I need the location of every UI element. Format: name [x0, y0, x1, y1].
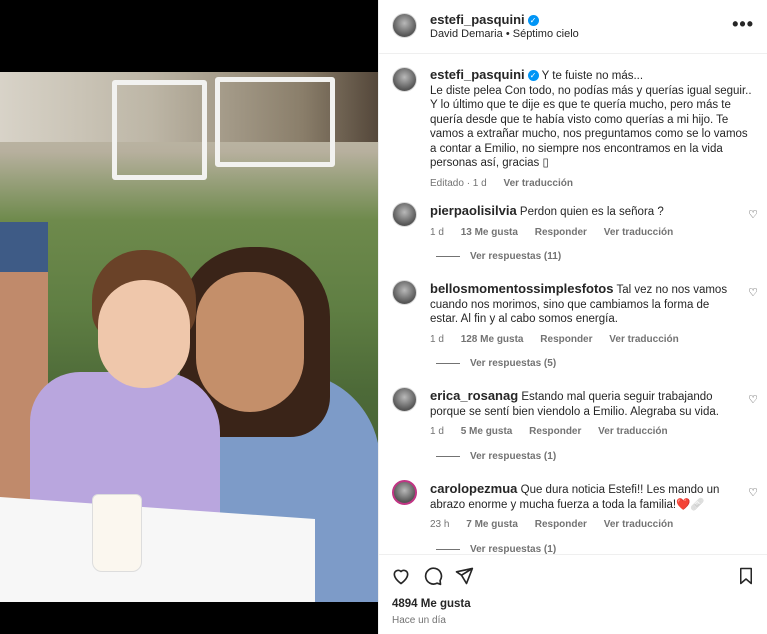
- post-header: estefi_pasquini ✓ David Demaria • Séptimo…: [379, 0, 767, 54]
- comment-likes[interactable]: 128 Me gusta: [461, 334, 524, 345]
- comment-meta: 23 h 7 Me gusta Responder Ver traducción: [430, 519, 750, 530]
- comments-scroll[interactable]: estefi_pasquini ✓ Y te fuiste no más... L…: [379, 54, 767, 554]
- comment-time: 1 d: [430, 226, 444, 238]
- post-photo[interactable]: [0, 72, 378, 602]
- more-icon[interactable]: •••: [732, 14, 754, 35]
- comment-avatar[interactable]: [392, 387, 417, 412]
- view-replies-button[interactable]: Ver respuestas (5): [436, 358, 556, 369]
- comment-text: carolopezmua Que dura noticia Estefi!! L…: [430, 481, 750, 512]
- replies-line: [436, 362, 460, 364]
- comment: erica_rosanag Estando mal queria seguir …: [430, 388, 730, 437]
- share-icon[interactable]: [454, 566, 474, 586]
- comment-avatar[interactable]: [392, 202, 417, 227]
- view-replies-label: Ver respuestas (11): [470, 251, 562, 262]
- comment-meta: 1 d 5 Me gusta Responder Ver traducción: [430, 426, 730, 437]
- photo-woman-face: [196, 272, 304, 412]
- verified-icon: ✓: [527, 70, 539, 81]
- comment-text: erica_rosanag Estando mal queria seguir …: [430, 388, 730, 419]
- caption-translate-link[interactable]: Ver traducción: [504, 178, 573, 189]
- comment-likes[interactable]: 5 Me gusta: [461, 426, 513, 437]
- comment: bellosmomentossimplesfotos Tal vez no no…: [430, 281, 730, 345]
- caption-edited: Editado · 1 d: [430, 177, 487, 189]
- comment-body: Perdon quien es la señora ?: [519, 206, 664, 218]
- comment-time: 1 d: [430, 333, 444, 345]
- comment-meta: 1 d 128 Me gusta Responder Ver traducció…: [430, 334, 730, 345]
- audio-song[interactable]: Séptimo cielo: [513, 28, 579, 40]
- caption-first-line: Y te fuiste no más...: [541, 70, 644, 82]
- comment-meta: 1 d 13 Me gusta Responder Ver traducción: [430, 227, 730, 238]
- comment-username[interactable]: carolopezmua: [430, 481, 517, 496]
- photo-chair: [215, 77, 335, 167]
- caption-avatar[interactable]: [392, 67, 417, 92]
- comment-like-heart-icon[interactable]: ♡: [748, 286, 758, 299]
- comment-username[interactable]: pierpaolisilvia: [430, 203, 517, 218]
- view-replies-button[interactable]: Ver respuestas (11): [436, 251, 561, 262]
- comment-reply-button[interactable]: Responder: [540, 334, 592, 345]
- audio-info[interactable]: David Demaria • Séptimo cielo: [430, 28, 579, 40]
- comment-translate-link[interactable]: Ver traducción: [604, 227, 673, 238]
- heart-icon[interactable]: [391, 566, 411, 586]
- comment-icon[interactable]: [423, 566, 443, 586]
- comment-reply-button[interactable]: Responder: [529, 426, 581, 437]
- verified-icon: ✓: [527, 15, 539, 26]
- photo-child-face: [98, 280, 190, 388]
- comment-text: pierpaolisilvia Perdon quien es la señor…: [430, 203, 730, 220]
- replies-line: [436, 548, 460, 550]
- post-likes-count[interactable]: 4894 Me gusta: [392, 598, 471, 610]
- replies-line: [436, 455, 460, 457]
- author-info: estefi_pasquini ✓: [430, 11, 539, 29]
- photo-jeans: [0, 222, 48, 272]
- post-media[interactable]: [0, 0, 378, 634]
- comment-time: 23 h: [430, 519, 450, 530]
- audio-artist[interactable]: David Demaria: [430, 28, 503, 40]
- view-replies-label: Ver respuestas (1): [470, 451, 557, 462]
- comment-text: bellosmomentossimplesfotos Tal vez no no…: [430, 281, 730, 327]
- author-avatar[interactable]: [392, 13, 417, 38]
- post-side-panel: estefi_pasquini ✓ David Demaria • Séptimo…: [378, 0, 767, 634]
- comment-like-heart-icon[interactable]: ♡: [748, 393, 758, 406]
- comment-like-heart-icon[interactable]: ♡: [748, 486, 758, 499]
- view-replies-button[interactable]: Ver respuestas (1): [436, 544, 556, 554]
- comment-like-heart-icon[interactable]: ♡: [748, 208, 758, 221]
- audio-separator: •: [505, 28, 510, 40]
- caption-body: Le diste pelea Con todo, no podías más y…: [430, 84, 752, 170]
- post-timestamp: Hace un día: [392, 615, 446, 626]
- caption-text: estefi_pasquini ✓ Y te fuiste no más... L…: [430, 67, 752, 171]
- comment-avatar[interactable]: [392, 480, 417, 505]
- photo-cup: [92, 494, 142, 572]
- comment: pierpaolisilvia Perdon quien es la señor…: [430, 203, 730, 238]
- view-replies-label: Ver respuestas (1): [470, 544, 557, 554]
- caption: estefi_pasquini ✓ Y te fuiste no más... L…: [430, 67, 752, 189]
- comment-time: 1 d: [430, 426, 444, 437]
- replies-line: [436, 255, 460, 257]
- caption-meta: Editado · 1 d Ver traducción: [430, 178, 752, 189]
- comment-reply-button[interactable]: Responder: [535, 519, 587, 530]
- view-replies-label: Ver respuestas (5): [470, 358, 557, 369]
- comment-avatar[interactable]: [392, 280, 417, 305]
- bookmark-icon[interactable]: [737, 566, 755, 586]
- caption-username[interactable]: estefi_pasquini: [430, 67, 525, 82]
- comment-username[interactable]: bellosmomentossimplesfotos: [430, 281, 613, 296]
- view-replies-button[interactable]: Ver respuestas (1): [436, 451, 556, 462]
- comment-reply-button[interactable]: Responder: [535, 227, 587, 238]
- comment-likes[interactable]: 13 Me gusta: [461, 227, 518, 238]
- comment-likes[interactable]: 7 Me gusta: [466, 519, 518, 530]
- comment-translate-link[interactable]: Ver traducción: [604, 519, 673, 530]
- author-username[interactable]: estefi_pasquini: [430, 12, 525, 27]
- comment-username[interactable]: erica_rosanag: [430, 388, 518, 403]
- comment: carolopezmua Que dura noticia Estefi!! L…: [430, 481, 750, 530]
- comment-translate-link[interactable]: Ver traducción: [598, 426, 667, 437]
- comment-translate-link[interactable]: Ver traducción: [609, 334, 678, 345]
- post-actions: 4894 Me gusta Hace un día: [379, 554, 767, 634]
- photo-chair: [112, 80, 207, 180]
